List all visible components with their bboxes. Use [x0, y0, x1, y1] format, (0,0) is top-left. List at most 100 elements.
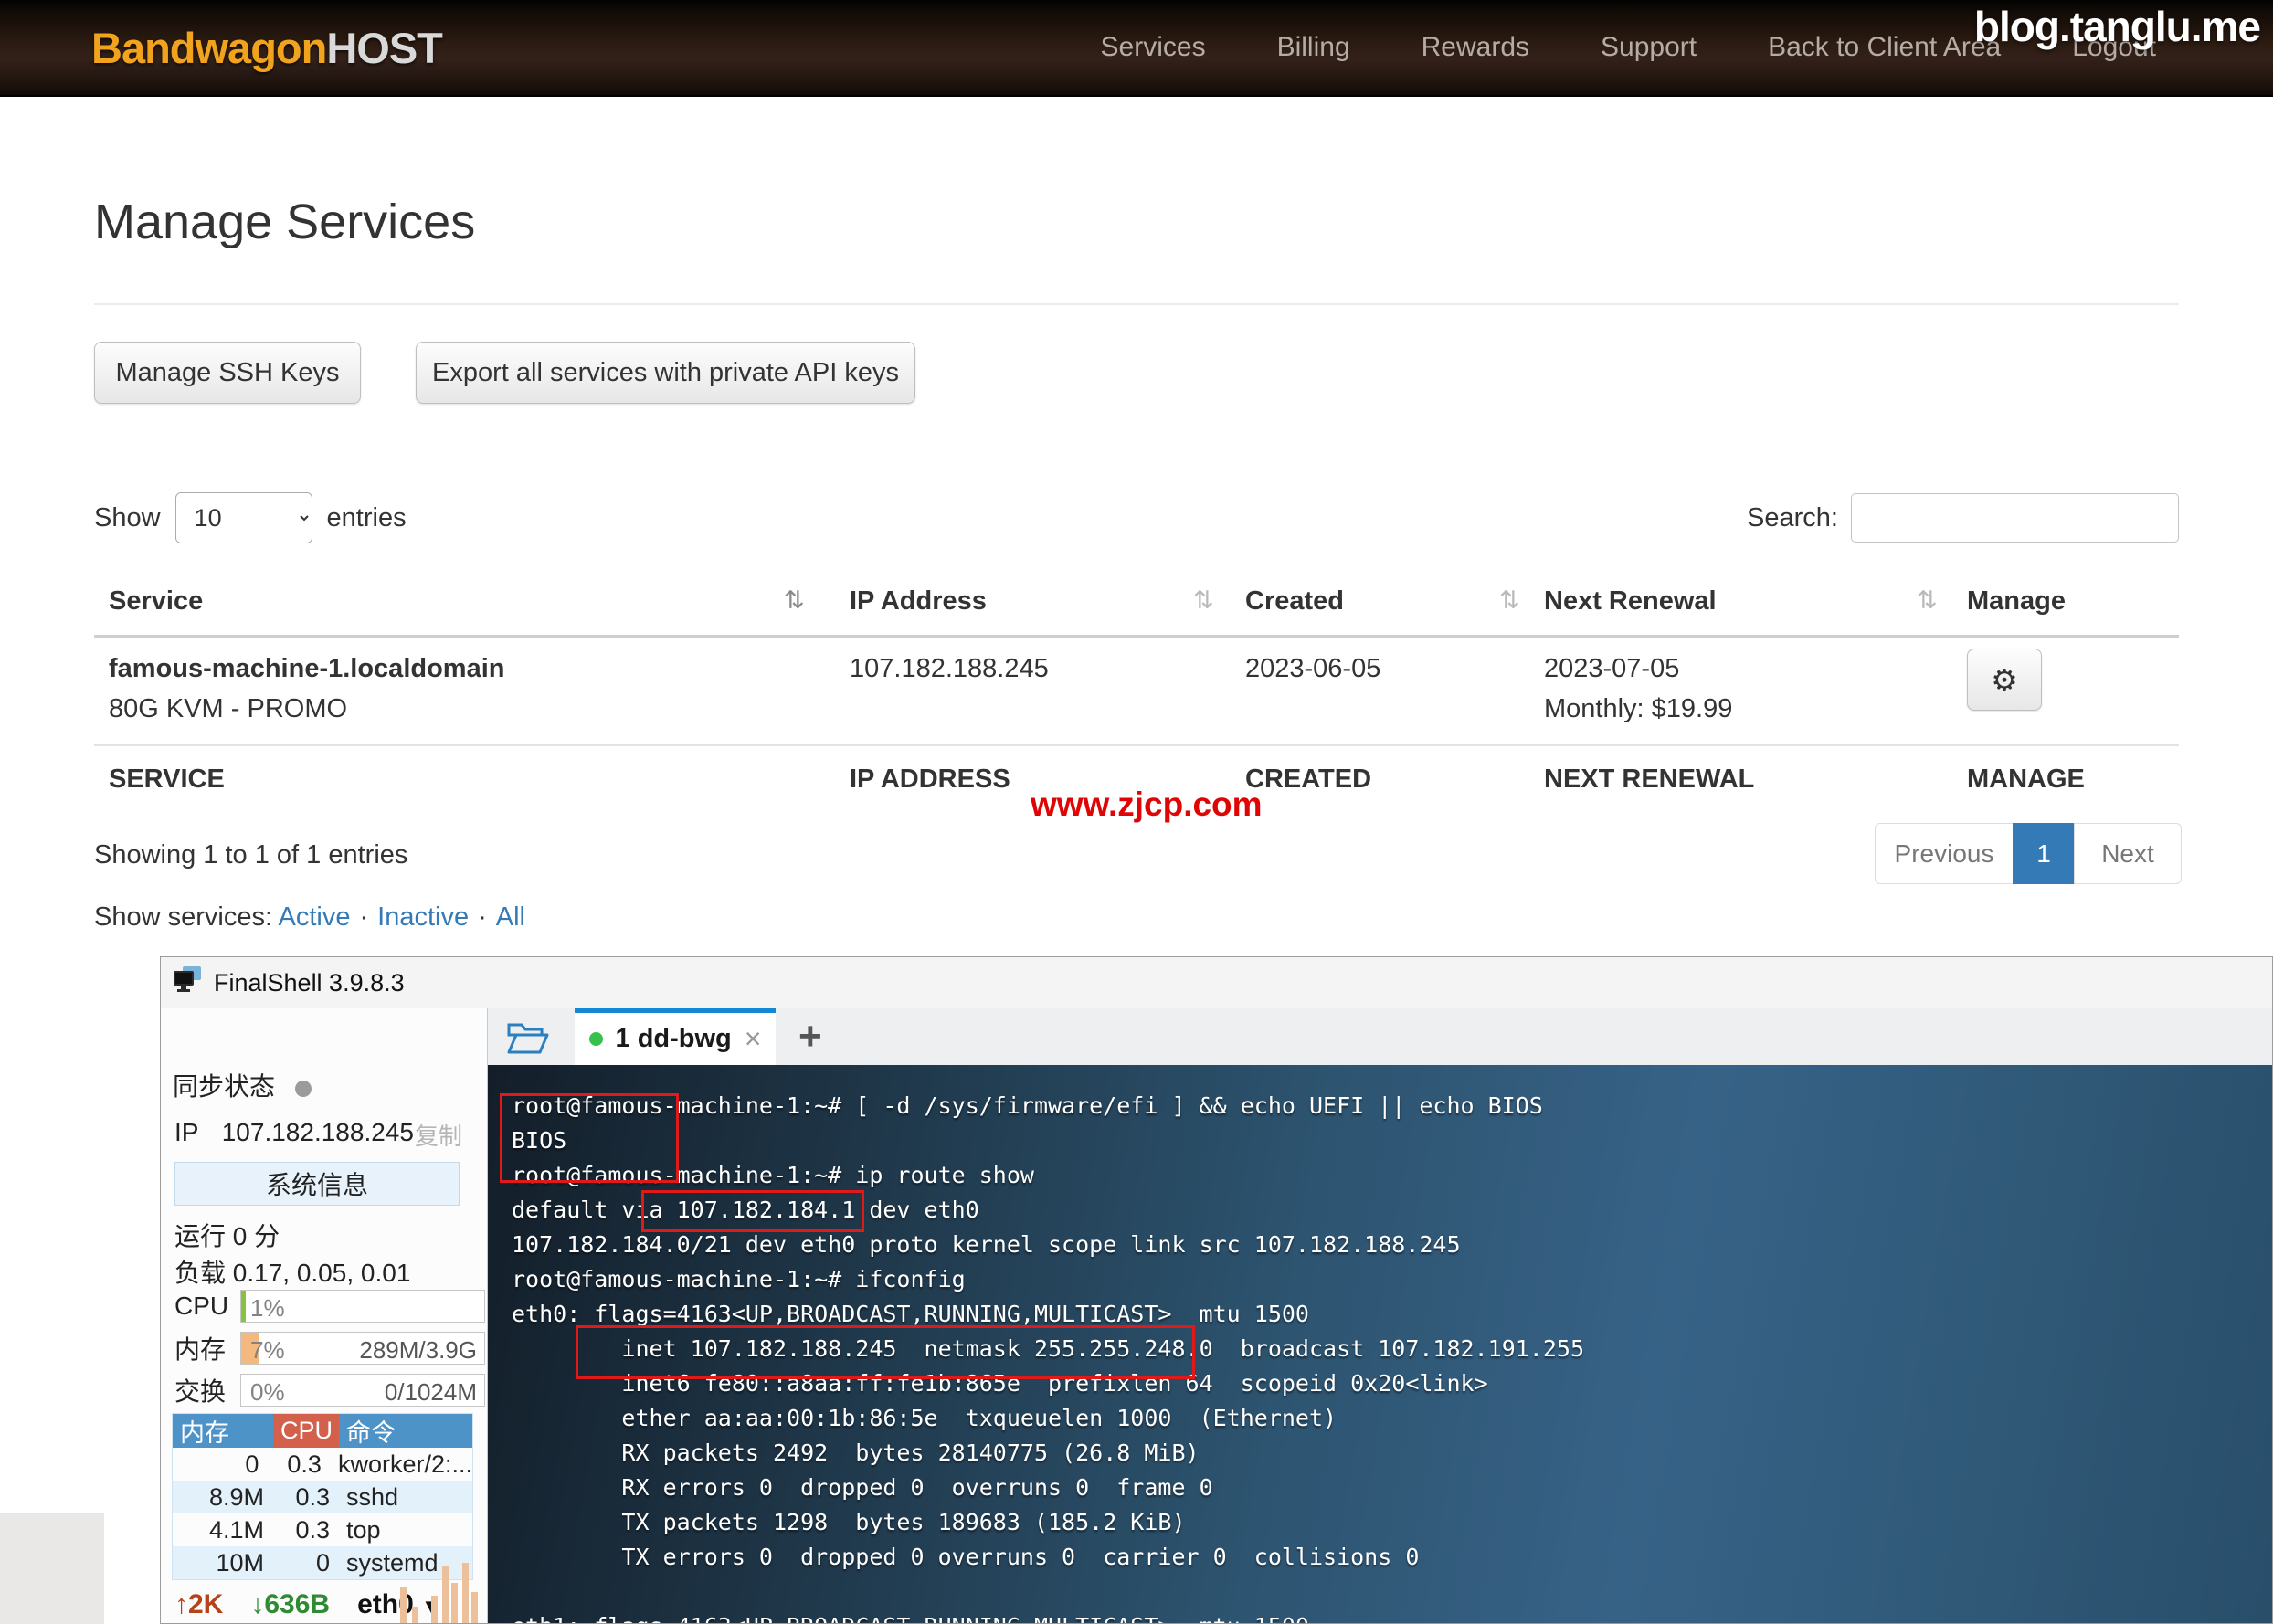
new-tab-button[interactable]: +	[798, 1008, 822, 1065]
terminal-line: RX packets 2492 bytes 28140775 (26.8 MiB…	[512, 1436, 2272, 1471]
service-plan: 80G KVM - PROMO	[109, 694, 347, 724]
interface-selector[interactable]: eth0 ▼	[357, 1589, 441, 1620]
finalshell-left-panel: 同步状态 IP 107.182.188.245 复制 系统信息 运行 0 分 负…	[161, 1008, 488, 1623]
sync-status-row: 同步状态	[173, 1067, 312, 1103]
terminal-line: root@famous-machine-1:~# ip route show	[512, 1158, 2272, 1193]
process-table-header: 内存 CPU 命令	[173, 1414, 472, 1448]
tab-label: 1 dd-bwg	[616, 1024, 732, 1054]
pagination: Previous 1 Next	[1875, 823, 2182, 884]
finalshell-titlebar[interactable]: FinalShell 3.9.8.3	[161, 957, 2272, 1008]
finalshell-title: FinalShell 3.9.8.3	[214, 969, 405, 997]
table-header-row: Service ⇅ IP Address ⇅ Created ⇅ Next Re…	[94, 574, 2179, 638]
service-name[interactable]: famous-machine-1.localdomain	[109, 654, 505, 684]
process-row[interactable]: 10M 0 systemd	[173, 1546, 472, 1579]
cpu-meter-fill	[241, 1291, 246, 1322]
manage-ssh-keys-button[interactable]: Manage SSH Keys	[94, 342, 361, 404]
col-header-ip-address[interactable]: IP Address	[850, 586, 987, 617]
swap-percent: 0%	[250, 1378, 285, 1407]
proc-cmd: sshd	[339, 1481, 472, 1513]
page-title: Manage Services	[94, 194, 475, 250]
process-table: 内存 CPU 命令 0 0.3 kworker/2:... 8.9M 0.3 s…	[172, 1413, 473, 1580]
terminal-tabbar: 1 dd-bwg × +	[488, 1008, 2272, 1065]
down-arrow-icon: ↓	[250, 1589, 264, 1619]
footer-created: CREATED	[1245, 765, 1371, 795]
annotation-box-bios	[500, 1093, 679, 1183]
terminal-line: eth1: flags=4163<UP,BROADCAST,RUNNING,MU…	[512, 1609, 2272, 1624]
footer-next-renewal: NEXT RENEWAL	[1544, 765, 1754, 795]
footer-service: SERVICE	[109, 765, 225, 795]
proc-mem: 0	[173, 1448, 268, 1481]
pagination-next[interactable]: Next	[2074, 823, 2182, 884]
entries-label: entries	[327, 503, 407, 533]
watermark-blog-tanglu: blog.tanglu.me	[1974, 2, 2260, 51]
filter-separator: ·	[478, 902, 487, 932]
sort-icon-ip-address[interactable]: ⇅	[1193, 586, 1214, 615]
nav-item-back-to-client-area[interactable]: Back to Client Area	[1768, 32, 2001, 63]
pagination-page-1[interactable]: 1	[2013, 823, 2075, 884]
bandwagonhost-logo[interactable]: BandwagonHOST	[91, 0, 442, 95]
nav-item-support[interactable]: Support	[1601, 32, 1697, 63]
pagination-previous[interactable]: Previous	[1875, 823, 2014, 884]
export-api-keys-button[interactable]: Export all services with private API key…	[416, 342, 915, 404]
copy-ip-link[interactable]: 复制	[415, 1118, 462, 1152]
proc-col-memory[interactable]: 内存	[173, 1414, 273, 1448]
sort-icon-service[interactable]: ⇅	[784, 586, 805, 615]
service-created: 2023-06-05	[1245, 654, 1380, 684]
process-row[interactable]: 4.1M 0.3 top	[173, 1513, 472, 1546]
annotation-box-inet	[576, 1325, 1195, 1379]
search-label: Search:	[1747, 503, 1838, 533]
annotation-box-gateway	[641, 1190, 864, 1232]
sort-icon-next-renewal[interactable]: ⇅	[1917, 586, 1938, 615]
nav-item-billing[interactable]: Billing	[1277, 32, 1350, 63]
sync-status-dot-icon	[295, 1081, 312, 1097]
ip-row: IP 107.182.188.245 复制	[174, 1118, 462, 1152]
page-size-select[interactable]: 10	[175, 492, 312, 543]
terminal-line: TX errors 0 dropped 0 overruns 0 carrier…	[512, 1540, 2272, 1575]
nav-item-services[interactable]: Services	[1101, 32, 1206, 63]
sync-status-label: 同步状态	[173, 1072, 275, 1101]
ip-label: IP	[174, 1118, 198, 1146]
process-row[interactable]: 0 0.3 kworker/2:...	[173, 1448, 472, 1481]
col-header-service[interactable]: Service	[109, 586, 203, 617]
sort-icon-created[interactable]: ⇅	[1499, 586, 1520, 615]
uptime-text: 运行 0 分	[174, 1217, 280, 1253]
memory-percent: 7%	[250, 1336, 285, 1365]
proc-mem: 4.1M	[173, 1513, 273, 1546]
swap-meter-row: 交换 0% 0/1024M	[174, 1374, 485, 1407]
col-header-next-renewal[interactable]: Next Renewal	[1544, 586, 1717, 617]
finalshell-window: FinalShell 3.9.8.3 同步状态 IP 107.182.188.2…	[160, 956, 2273, 1624]
terminal-line	[512, 1575, 2272, 1609]
service-ip: 107.182.188.245	[850, 654, 1049, 684]
top-navbar: BandwagonHOST Services Billing Rewards S…	[0, 0, 2273, 97]
system-info-button[interactable]: 系统信息	[174, 1162, 460, 1206]
plus-icon: +	[798, 1014, 822, 1060]
cpu-percent: 1%	[250, 1294, 285, 1323]
swap-label: 交换	[174, 1372, 227, 1408]
terminal-line: root@famous-machine-1:~# ifconfig	[512, 1262, 2272, 1297]
logo-host: HOST	[326, 23, 442, 73]
memory-meter-row: 内存 7% 289M/3.9G	[174, 1332, 485, 1365]
load-text: 负载 0.17, 0.05, 0.01	[174, 1253, 410, 1290]
cpu-label: CPU	[174, 1292, 227, 1321]
proc-col-command[interactable]: 命令	[339, 1414, 472, 1448]
filter-all[interactable]: All	[496, 902, 525, 932]
tab-dd-bwg[interactable]: 1 dd-bwg ×	[575, 1008, 776, 1065]
heading-divider	[94, 303, 2179, 305]
nav-item-rewards[interactable]: Rewards	[1422, 32, 1529, 63]
search-input[interactable]	[1851, 493, 2179, 543]
tab-close-icon[interactable]: ×	[745, 1022, 762, 1056]
col-header-created[interactable]: Created	[1245, 586, 1344, 617]
open-folder-icon[interactable]	[505, 1018, 551, 1060]
filter-active[interactable]: Active	[278, 902, 350, 932]
filter-inactive[interactable]: Inactive	[377, 902, 469, 932]
finalshell-app-icon	[174, 966, 203, 1000]
proc-cpu: 0.3	[273, 1481, 339, 1513]
manage-service-button[interactable]: ⚙	[1967, 649, 2042, 711]
terminal-line: RX errors 0 dropped 0 overruns 0 frame 0	[512, 1471, 2272, 1505]
process-row[interactable]: 8.9M 0.3 sshd	[173, 1481, 472, 1513]
memory-label: 内存	[174, 1330, 227, 1366]
proc-col-cpu[interactable]: CPU	[273, 1414, 339, 1448]
proc-cmd: systemd	[339, 1546, 472, 1579]
watermark-zjcp: www.zjcp.com	[1031, 786, 1263, 824]
show-services-label: Show services:	[94, 902, 272, 932]
